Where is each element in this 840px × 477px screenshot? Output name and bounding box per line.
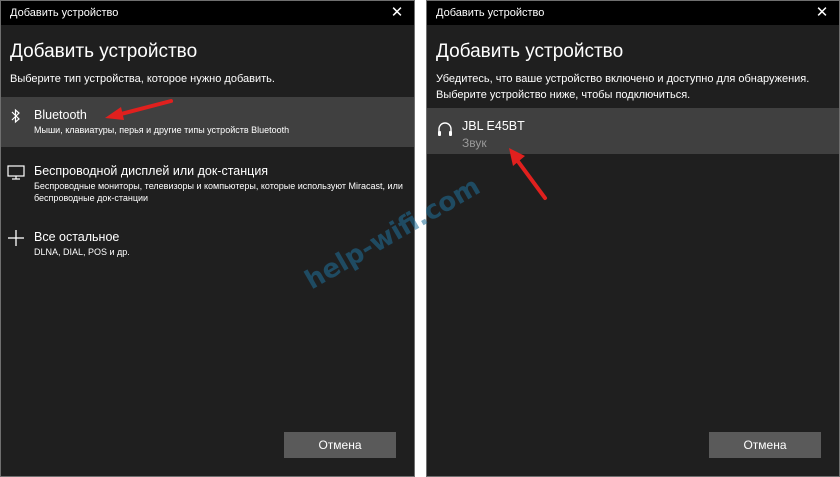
bluetooth-icon (7, 107, 25, 125)
close-button[interactable]: ✕ (380, 1, 414, 25)
cancel-button[interactable]: Отмена (284, 432, 396, 458)
device-name: JBL E45BT (462, 119, 525, 133)
page-title: Добавить устройство (10, 41, 198, 62)
title-bar[interactable]: Добавить устройство ✕ (1, 1, 414, 25)
instruction-text: Убедитесь, что ваше устройство включено … (436, 73, 810, 101)
window-title: Добавить устройство (10, 7, 119, 19)
instruction-text: Выберите тип устройства, которое нужно д… (10, 73, 275, 85)
headphones-icon (436, 120, 454, 138)
device-type-description: Мыши, клавиатуры, перья и другие типы ус… (34, 125, 290, 135)
cancel-button[interactable]: Отмена (709, 432, 821, 458)
annotation-arrow-icon (509, 148, 547, 200)
device-type-wireless-display[interactable]: Беспроводной дисплей или док-станция Бес… (1, 153, 414, 213)
device-type-label: Беспроводной дисплей или док-станция (34, 164, 269, 178)
device-type-label: Все остальное (34, 230, 120, 244)
window-title: Добавить устройство (436, 7, 545, 19)
annotation-arrow-icon (105, 99, 173, 120)
page-title: Добавить устройство (436, 41, 624, 62)
monitor-icon (7, 163, 25, 181)
plus-icon (7, 229, 25, 247)
device-category: Звук (462, 136, 487, 150)
close-button[interactable]: ✕ (805, 1, 839, 25)
title-bar[interactable]: Добавить устройство ✕ (427, 1, 839, 25)
device-type-description: Беспроводные мониторы, телевизоры и комп… (34, 181, 403, 203)
device-list-item[interactable]: JBL E45BT Звук (427, 108, 839, 154)
device-type-label: Bluetooth (34, 108, 87, 122)
add-device-window-right: Добавить устройство ✕ Добавить устройств… (426, 0, 840, 477)
device-type-bluetooth[interactable]: Bluetooth Мыши, клавиатуры, перья и друг… (1, 97, 414, 147)
